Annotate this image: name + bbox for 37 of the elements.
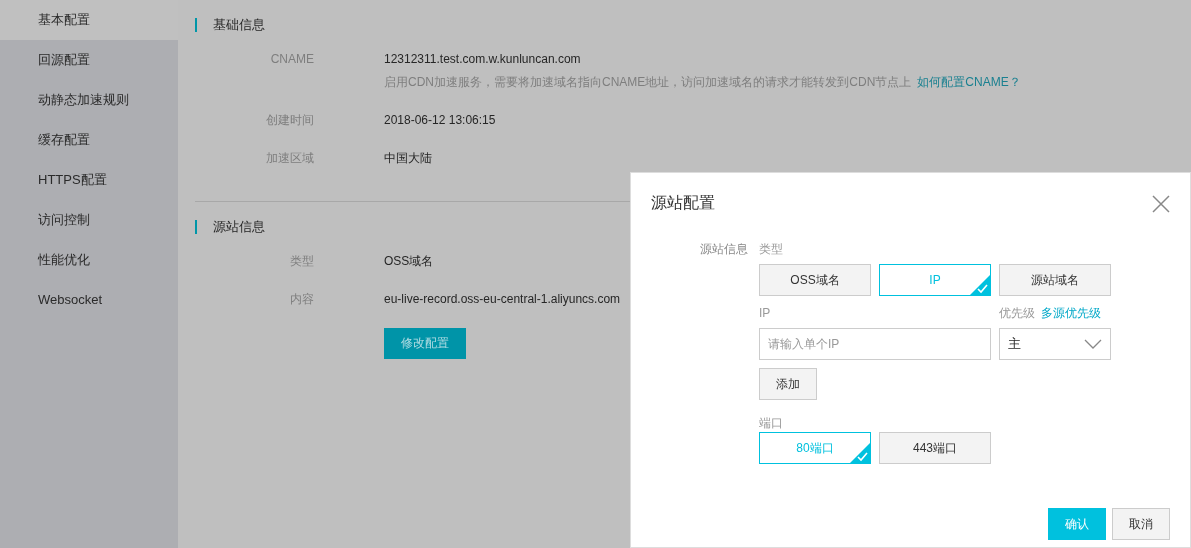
option-button[interactable]: 443端口 <box>879 432 991 464</box>
field-label: 端口 <box>759 416 784 430</box>
field-value: OSS域名 <box>384 253 434 270</box>
sidebar-item[interactable]: 缓存配置 <box>0 120 178 160</box>
cancel-button[interactable]: 取消 <box>1112 508 1170 540</box>
close-icon[interactable] <box>1152 194 1170 213</box>
field-label: 优先级 <box>999 306 1035 320</box>
check-icon <box>970 275 990 295</box>
field-label: 创建时间 <box>265 112 314 129</box>
option-button[interactable]: 源站域名 <box>999 264 1111 296</box>
priority-select[interactable]: 主 <box>999 328 1111 360</box>
sidebar-item[interactable]: HTTPS配置 <box>0 160 178 200</box>
section-title: 基础信息 <box>195 18 265 32</box>
section-title: 源站信息 <box>195 220 265 234</box>
field-label: 类型 <box>759 242 784 256</box>
ip-input-field[interactable]: 请输入单个IP <box>759 328 991 360</box>
caret-icon <box>1084 339 1102 349</box>
field-label: 内容 <box>289 291 314 308</box>
sidebar-item[interactable]: 回源配置 <box>0 40 178 80</box>
field-value: 中国大陆 <box>384 150 432 167</box>
field-label: CNAME <box>269 51 314 68</box>
sidebar-item[interactable]: Websocket <box>0 280 178 320</box>
field-label: 加速区域 <box>265 150 314 167</box>
sidebar-item[interactable]: 动静态加速规则 <box>0 80 178 120</box>
field-value: 12312311.test.com.w.kunluncan.com <box>384 51 582 68</box>
sidebar-item[interactable]: 性能优化 <box>0 240 178 280</box>
form-label: 源站信息 <box>699 242 748 258</box>
add-button[interactable]: 添加 <box>759 368 817 400</box>
field-value: eu-live-record.oss-eu-central-1.aliyuncs.com <box>384 291 621 308</box>
field-value: 2018-06-12 13:06:15 <box>384 112 496 129</box>
dialog-title: 源站配置 <box>651 193 715 213</box>
field-label: 类型 <box>289 253 314 270</box>
option-button[interactable]: OSS域名 <box>759 264 871 296</box>
sidebar-item[interactable]: 基本配置 <box>0 0 178 40</box>
check-icon <box>850 443 870 463</box>
field-label: IP <box>759 306 771 320</box>
sidebar-item[interactable]: 访问控制 <box>0 200 178 240</box>
